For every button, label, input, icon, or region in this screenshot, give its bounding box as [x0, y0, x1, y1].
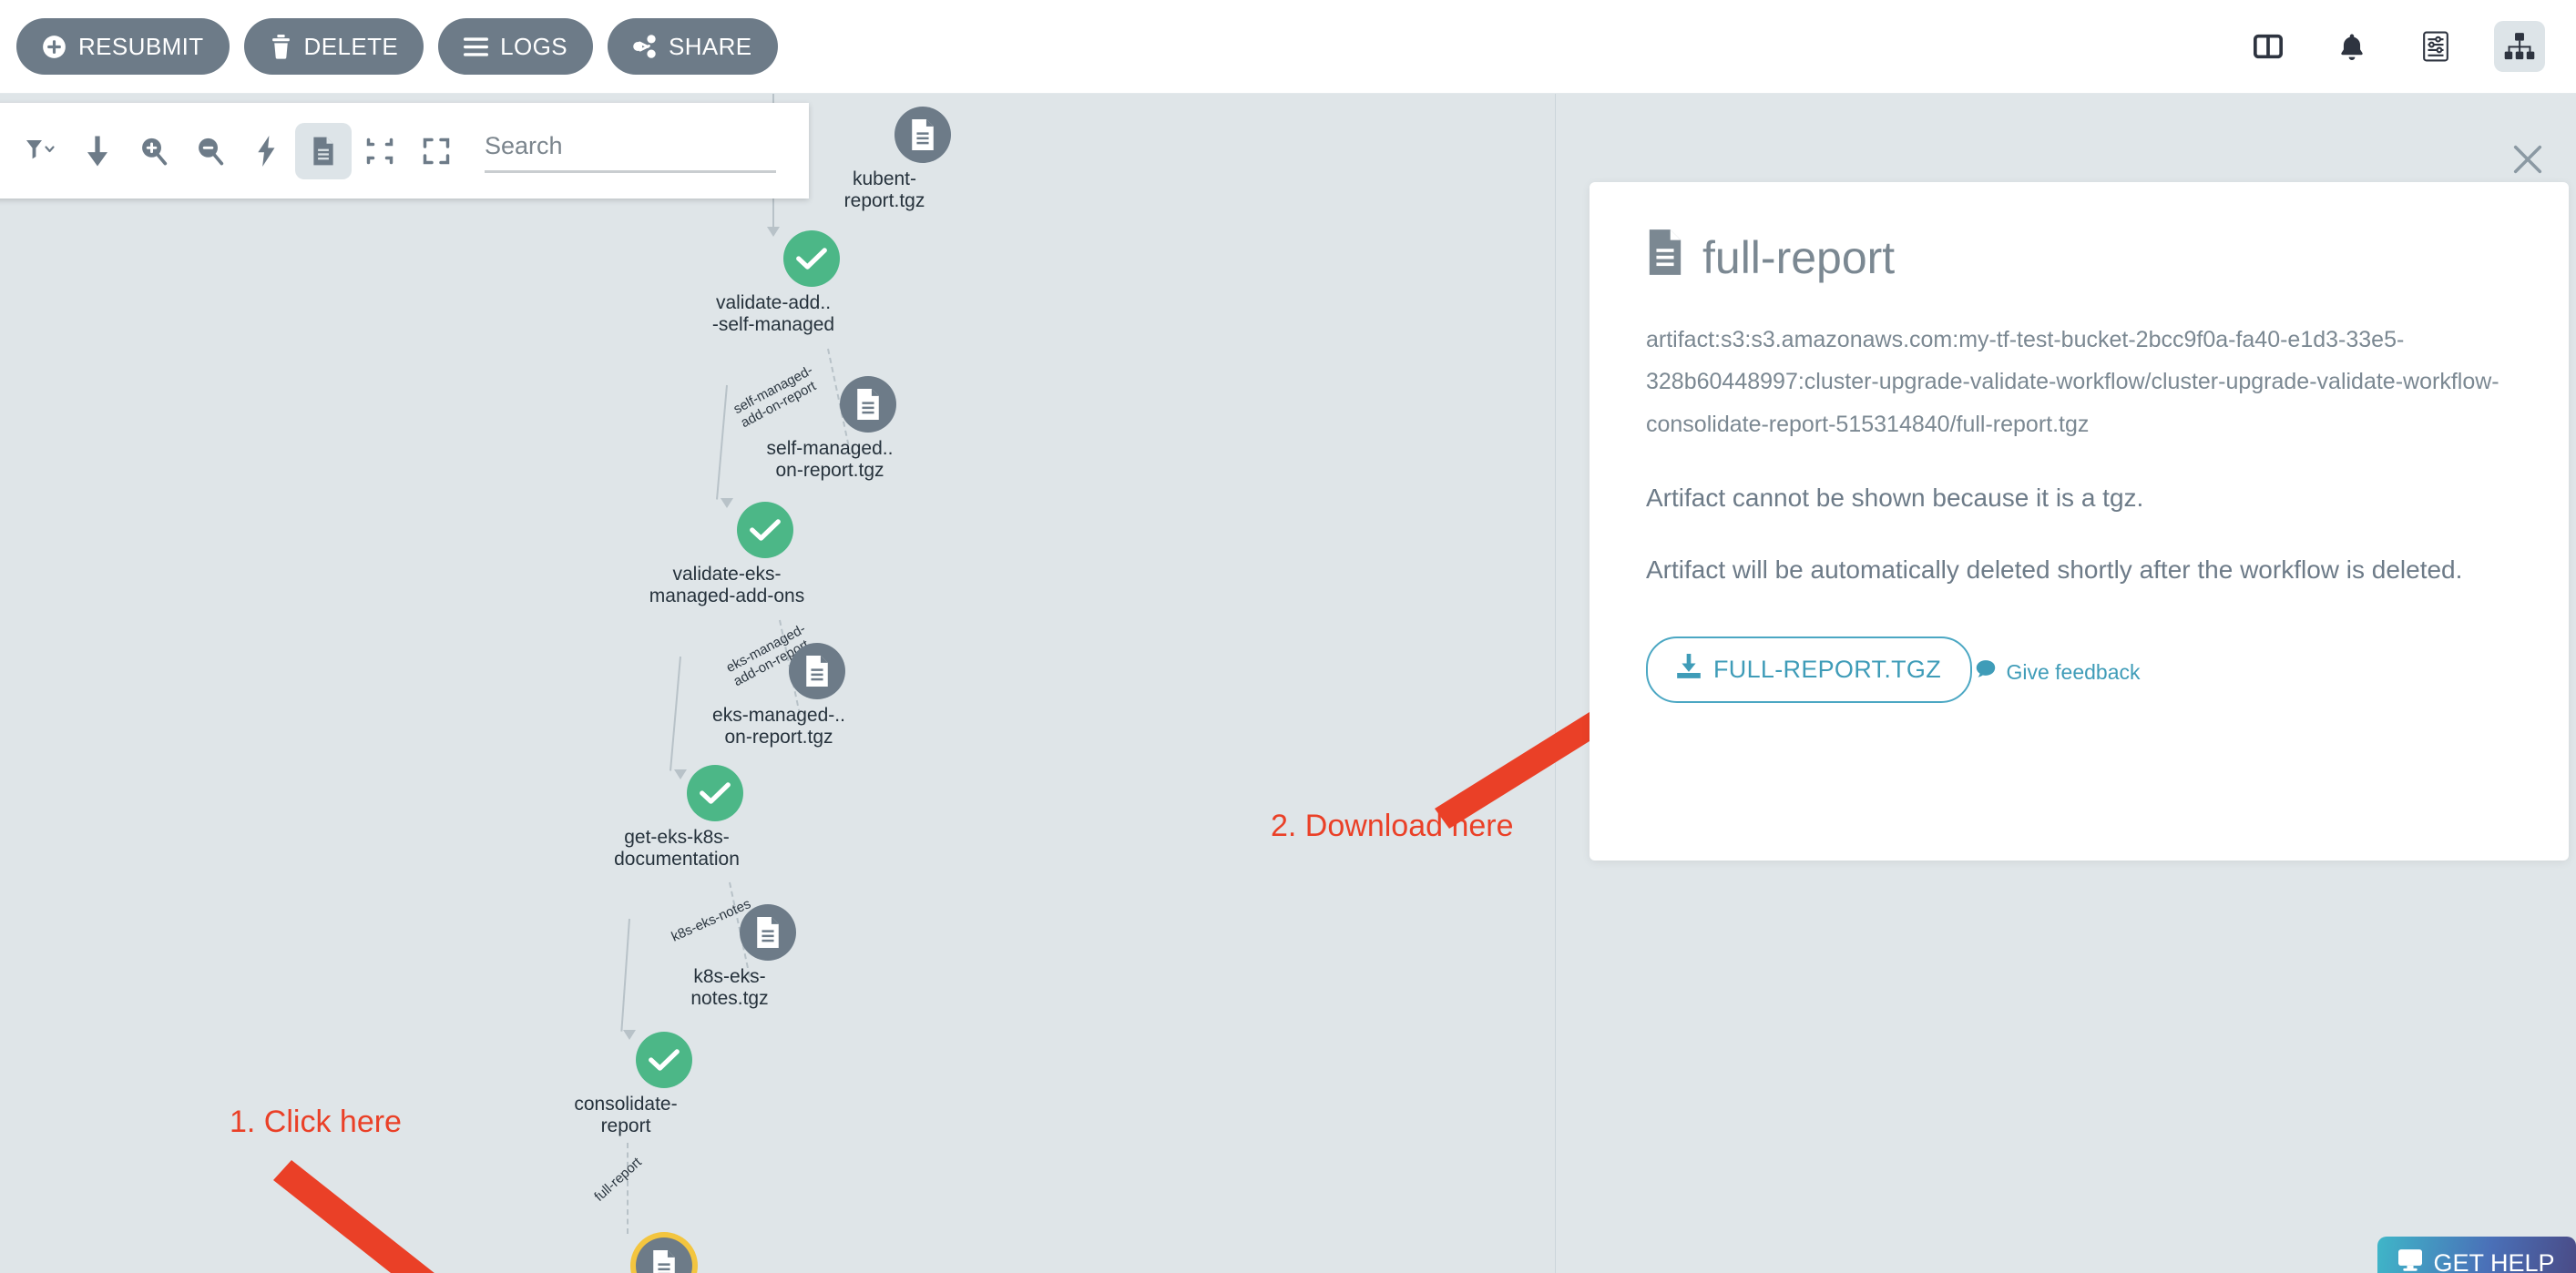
success-check-icon — [636, 1032, 692, 1088]
graph-edge-label: full-report — [591, 1154, 645, 1205]
delete-button[interactable]: DELETE — [243, 18, 424, 75]
logs-button[interactable]: LOGS — [438, 18, 593, 75]
graph-node-label: validate-eks- managed-add-ons — [649, 564, 805, 606]
artifact-icon — [840, 376, 896, 433]
bell-icon[interactable] — [2326, 21, 2377, 72]
search-underline — [485, 170, 776, 173]
split-panel-icon[interactable] — [2243, 21, 2294, 72]
give-feedback-link[interactable]: Give feedback — [1976, 659, 2141, 685]
document-toggle-icon[interactable] — [295, 122, 352, 179]
collapse-icon[interactable] — [352, 123, 408, 179]
artifact-icon — [740, 904, 796, 961]
monitor-icon — [2398, 1248, 2423, 1273]
graph-node-consolidate-report[interactable]: consolidate- report — [574, 1032, 731, 1136]
trash-icon — [270, 34, 292, 59]
graph-edge-dashed — [627, 1143, 629, 1234]
share-button[interactable]: SHARE — [607, 18, 778, 75]
page-title: full-report — [1702, 232, 1896, 283]
lightning-icon[interactable] — [239, 123, 295, 179]
arrow-down-icon[interactable] — [69, 123, 126, 179]
graph-node-eks-managed-report[interactable]: eks-managed-.. on-report.tgz — [712, 643, 884, 748]
list-lines-icon — [464, 36, 489, 57]
search-input[interactable] — [485, 128, 776, 173]
graph-node-label: k8s-eks- notes.tgz — [690, 966, 769, 1009]
download-artifact-button[interactable]: FULL-REPORT.TGZ — [1646, 636, 1973, 704]
graph-node-label: get-eks-k8s- documentation — [614, 827, 740, 870]
filter-dropdown-icon[interactable] — [13, 123, 69, 179]
graph-node-kubent-report[interactable]: kubent- report.tgz — [844, 107, 989, 211]
graph-node-label: eks-managed-.. on-report.tgz — [712, 705, 845, 748]
give-feedback-label: Give feedback — [2006, 659, 2141, 684]
workflow-graph-canvas[interactable]: self-managed- add-on-report eks-managed-… — [0, 94, 1555, 1273]
resubmit-button[interactable]: RESUBMIT — [16, 18, 230, 75]
zoom-out-icon[interactable] — [182, 123, 239, 179]
comment-icon — [1976, 659, 1996, 685]
annotation-click-here: 1. Click here — [230, 1105, 402, 1139]
share-nodes-icon — [633, 35, 657, 58]
close-icon[interactable] — [2507, 138, 2549, 180]
resubmit-button-label: RESUBMIT — [78, 32, 204, 60]
download-icon — [1677, 654, 1701, 686]
artifact-message-primary: Artifact cannot be shown because it is a… — [1646, 483, 2144, 512]
sitemap-icon[interactable] — [2494, 21, 2545, 72]
success-check-icon — [783, 230, 840, 287]
success-check-icon — [687, 765, 743, 821]
artifact-message-secondary: Artifact will be automatically deleted s… — [1646, 555, 2463, 584]
app-header: RESUBMIT DELETE LOGS SHARE — [0, 0, 2576, 94]
artifact-uri: artifact:s3:s3.amazonaws.com:my-tf-test-… — [1646, 327, 2499, 437]
share-button-label: SHARE — [668, 32, 752, 60]
search-field[interactable] — [485, 128, 776, 173]
graph-node-get-eks-k8s-documentation[interactable]: get-eks-k8s- documentation — [614, 765, 782, 870]
fullscreen-icon[interactable] — [408, 123, 465, 179]
graph-node-label: consolidate- report — [574, 1094, 678, 1136]
graph-node-validate-add-self-managed[interactable]: validate-add.. -self-managed — [712, 230, 878, 335]
artifact-icon — [789, 643, 845, 699]
document-icon — [1646, 229, 1684, 286]
graph-node-validate-eks-managed-add-ons[interactable]: validate-eks- managed-add-ons — [649, 502, 832, 606]
annotation-arrow-1 — [273, 1160, 434, 1273]
plus-circle-icon — [42, 35, 66, 59]
zoom-in-icon[interactable] — [126, 123, 182, 179]
card-title-row: full-report — [1646, 229, 2512, 286]
graph-node-label: self-managed.. on-report.tgz — [766, 438, 894, 481]
logs-button-label: LOGS — [500, 32, 567, 60]
graph-node-k8s-eks-notes[interactable]: k8s-eks- notes.tgz — [690, 904, 834, 1009]
get-help-button[interactable]: GET HELP — [2377, 1237, 2576, 1273]
graph-node-label: validate-add.. -self-managed — [711, 292, 835, 335]
graph-node-label: kubent- report.tgz — [843, 168, 925, 211]
header-action-buttons: RESUBMIT DELETE LOGS SHARE — [0, 18, 778, 75]
graph-toolbar — [0, 103, 809, 199]
header-utility-icons — [2243, 21, 2576, 72]
artifact-icon — [636, 1237, 692, 1273]
success-check-icon — [737, 502, 793, 558]
graph-node-full-report[interactable]: full- report.tgz — [598, 1237, 731, 1273]
artifact-details-card: full-report artifact:s3:s3.amazonaws.com… — [1590, 182, 2569, 861]
get-help-label: GET HELP — [2433, 1248, 2555, 1273]
sliders-document-icon[interactable] — [2410, 21, 2461, 72]
delete-button-label: DELETE — [303, 32, 399, 60]
graph-node-self-managed-report[interactable]: self-managed.. on-report.tgz — [767, 376, 935, 481]
artifact-icon — [894, 107, 951, 163]
download-artifact-label: FULL-REPORT.TGZ — [1713, 656, 1942, 684]
